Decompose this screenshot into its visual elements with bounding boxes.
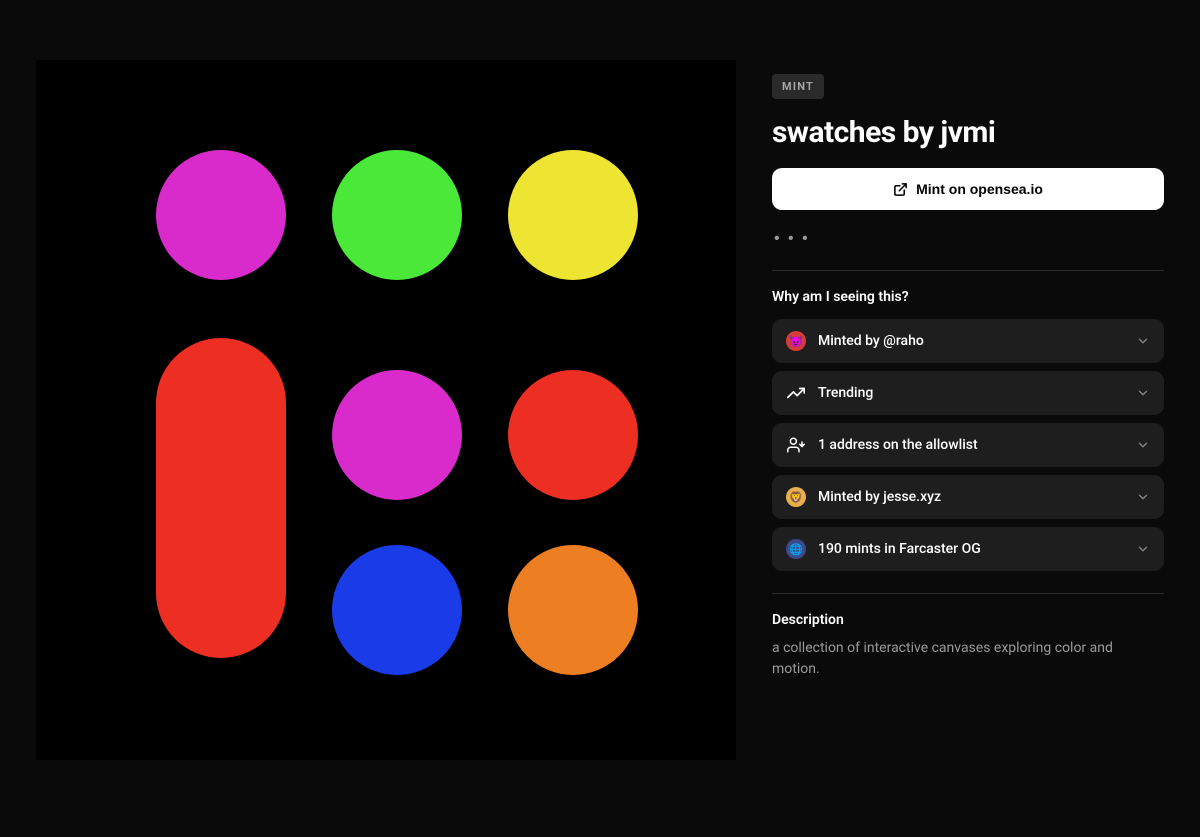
more-options-button[interactable]: • • • xyxy=(772,222,812,256)
reason-label: Minted by @raho xyxy=(818,333,1124,349)
page-container: MINT swatches by jvmi Mint on opensea.io… xyxy=(0,0,1200,796)
swatch-shape xyxy=(156,150,286,280)
chevron-down-icon xyxy=(1136,542,1150,556)
details-panel: MINT swatches by jvmi Mint on opensea.io… xyxy=(772,60,1164,760)
divider xyxy=(772,593,1164,594)
artwork-panel[interactable] xyxy=(36,60,736,760)
swatch-shape xyxy=(508,545,638,675)
why-heading: Why am I seeing this? xyxy=(772,289,1164,305)
avatar: 🌐 xyxy=(786,539,806,559)
chevron-down-icon xyxy=(1136,490,1150,504)
collection-title: swatches by jvmi xyxy=(772,115,1164,150)
swatch-shape xyxy=(156,338,286,658)
avatar: 🦁 xyxy=(786,487,806,507)
allowlist-icon xyxy=(786,435,806,455)
reason-row[interactable]: 1 address on the allowlist xyxy=(772,423,1164,467)
swatch-shape xyxy=(508,370,638,500)
reason-label: Minted by jesse.xyz xyxy=(818,489,1124,505)
mint-button[interactable]: Mint on opensea.io xyxy=(772,168,1164,210)
swatch-shape xyxy=(332,150,462,280)
swatch-shape xyxy=(332,545,462,675)
mint-badge: MINT xyxy=(772,74,824,99)
reason-label: Trending xyxy=(818,385,1124,401)
reason-row[interactable]: 🌐 190 mints in Farcaster OG xyxy=(772,527,1164,571)
reason-row[interactable]: 🦁 Minted by jesse.xyz xyxy=(772,475,1164,519)
mint-button-label: Mint on opensea.io xyxy=(916,181,1043,197)
reason-row[interactable]: Trending xyxy=(772,371,1164,415)
swatch-shape xyxy=(332,370,462,500)
external-link-icon xyxy=(893,182,908,197)
reasons-list: 😈 Minted by @raho Trending 1 address on the… xyxy=(772,319,1164,571)
reason-label: 1 address on the allowlist xyxy=(818,437,1124,453)
description-heading: Description xyxy=(772,612,1164,628)
divider xyxy=(772,270,1164,271)
chevron-down-icon xyxy=(1136,386,1150,400)
avatar: 😈 xyxy=(786,331,806,351)
chevron-down-icon xyxy=(1136,334,1150,348)
reason-row[interactable]: 😈 Minted by @raho xyxy=(772,319,1164,363)
chevron-down-icon xyxy=(1136,438,1150,452)
reason-label: 190 mints in Farcaster OG xyxy=(818,541,1124,557)
trending-icon xyxy=(786,383,806,403)
description-text: a collection of interactive canvases exp… xyxy=(772,638,1164,680)
swatch-shape xyxy=(508,150,638,280)
swatch-grid xyxy=(36,60,736,760)
